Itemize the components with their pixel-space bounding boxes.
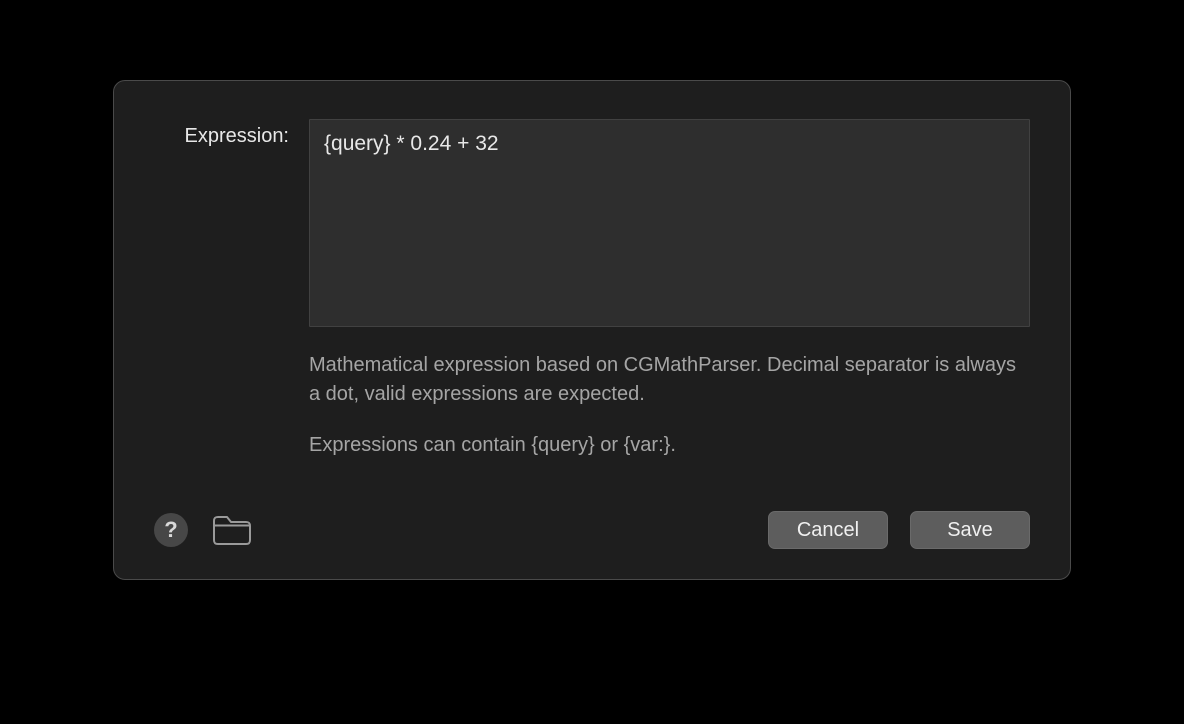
dialog-footer: ? Cancel Save	[154, 511, 1030, 549]
folder-icon	[211, 513, 253, 547]
save-button[interactable]: Save	[910, 511, 1030, 549]
open-folder-button[interactable]	[210, 512, 254, 548]
help-button[interactable]: ?	[154, 513, 188, 547]
footer-left: ?	[154, 512, 254, 548]
expression-dialog: Expression: Mathematical expression base…	[113, 80, 1071, 580]
footer-right: Cancel Save	[768, 511, 1030, 549]
help-text-line-2: Expressions can contain {query} or {var:…	[309, 431, 1030, 460]
expression-label: Expression:	[154, 119, 289, 148]
help-text-line-1: Mathematical expression based on CGMathP…	[309, 351, 1030, 409]
expression-input[interactable]	[309, 119, 1030, 327]
expression-column: Mathematical expression based on CGMathP…	[309, 119, 1030, 460]
question-mark-icon: ?	[164, 517, 177, 543]
expression-row: Expression: Mathematical expression base…	[154, 119, 1030, 460]
cancel-button[interactable]: Cancel	[768, 511, 888, 549]
expression-help-text: Mathematical expression based on CGMathP…	[309, 351, 1030, 460]
